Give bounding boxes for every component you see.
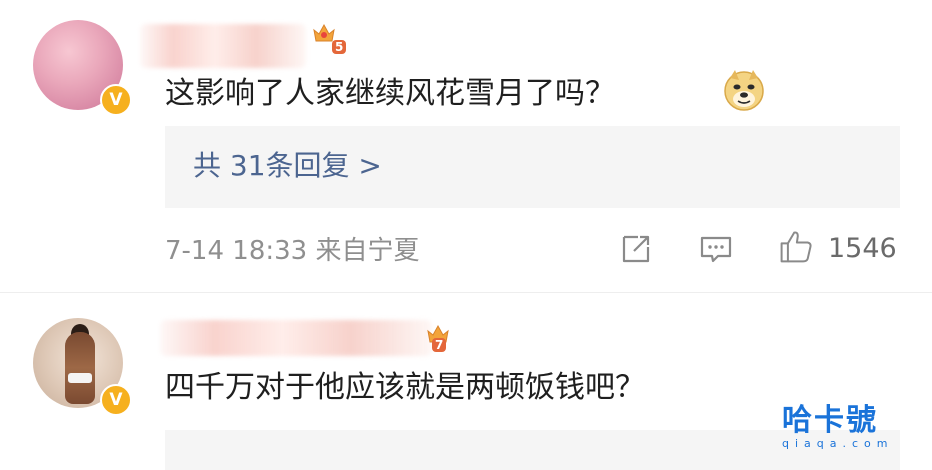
replies-box[interactable]: 共 31条回复 > [165, 126, 900, 208]
blurred-username[interactable] [140, 24, 306, 68]
thumbs-up-icon[interactable] [778, 229, 814, 265]
blurred-username[interactable] [160, 320, 432, 356]
share-icon[interactable] [618, 231, 654, 267]
doge-emoji-icon [724, 70, 764, 111]
vip-level-badge: 5 [332, 40, 347, 54]
site-watermark: 哈卡號 qiaqa.com [782, 404, 894, 450]
comment-divider [0, 292, 932, 293]
comment-icon[interactable] [698, 231, 734, 267]
verified-badge: V [100, 84, 132, 116]
vip-level-badge: 7 [432, 338, 447, 352]
watermark-url: qiaqa.com [782, 437, 894, 450]
comment-text: 四千万对于他应该就是两顿饭钱吧？ [165, 370, 645, 405]
comment-text: 这影响了人家继续风花雪月了吗？ [165, 76, 615, 111]
replies-link[interactable]: 共 31条回复 > [193, 146, 382, 186]
comment-meta: 7-14 18:33 来自宁夏 [165, 236, 420, 266]
watermark-logo: 哈卡號 [782, 403, 878, 438]
avatar-figure-body [65, 332, 95, 404]
verified-badge: V [100, 384, 132, 416]
like-count: 1546 [828, 233, 897, 264]
avatar-figure-shorts [68, 373, 92, 383]
